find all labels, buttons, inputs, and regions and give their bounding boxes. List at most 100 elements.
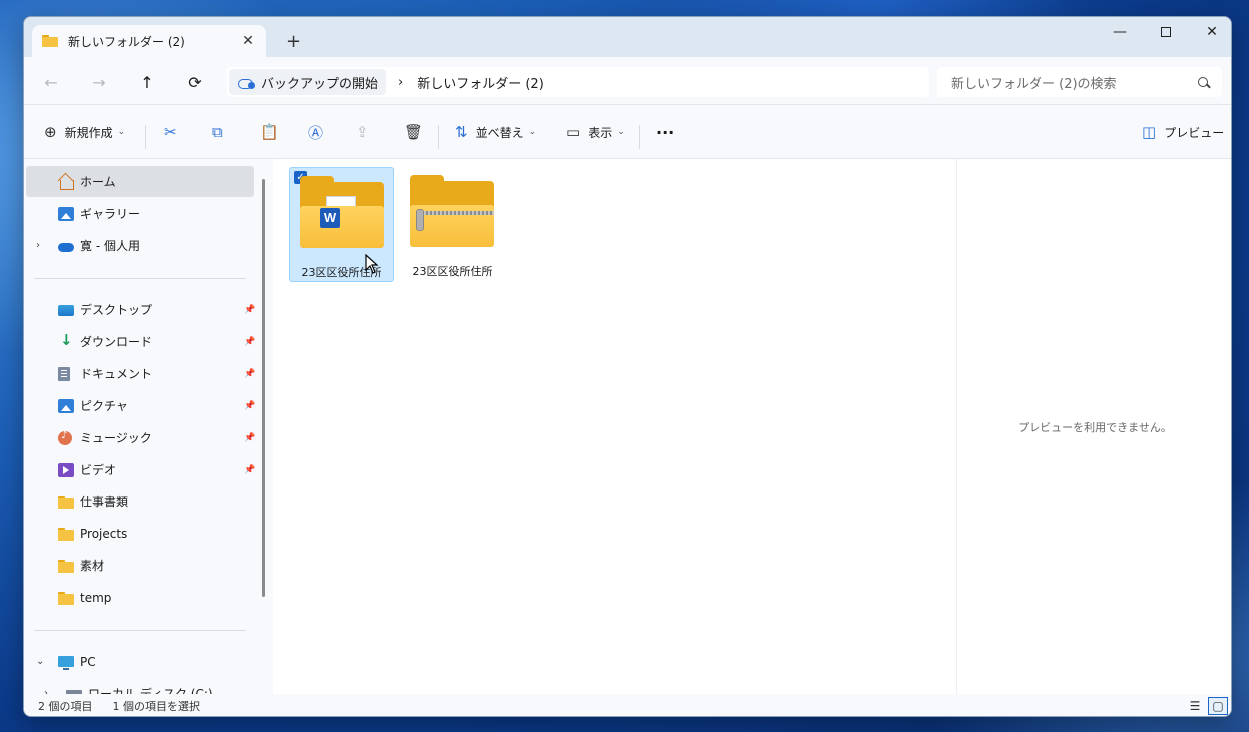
nav-item-desktop[interactable]: デスクトップ 📌 [26,294,255,325]
nav-item-gallery[interactable]: ギャラリー [26,198,254,229]
new-tab-button[interactable]: + [286,31,301,52]
download-icon [58,331,74,349]
nav-item-folder[interactable]: 仕事書類 [26,486,254,517]
pin-icon[interactable]: 📌 [244,369,255,379]
nav-scrollbar[interactable] [262,179,265,597]
rename-button[interactable]: Ⓐ [308,117,331,147]
view-button[interactable]: ▭ 表示 ⌄ [566,117,625,147]
breadcrumb-current-folder[interactable]: 新しいフォルダー (2) [417,73,544,92]
file-explorer-window: 新しいフォルダー (2) ✕ + — ✕ ← → ↑ ⟳ バックアップの開始 ›… [23,16,1232,717]
sort-button-label: 並べ替え [475,125,524,140]
paste-button[interactable]: 📋 [260,117,287,147]
nav-item-label: 寛 - 個人用 [80,239,140,253]
chevron-down-icon[interactable]: ⌄ [36,656,44,667]
trash-icon: 🗑 [404,123,424,141]
sort-button[interactable]: ⇅ 並べ替え ⌄ [455,117,536,147]
zip-folder-icon [410,175,494,247]
desktop-icon [58,304,74,316]
toolbar-divider [639,125,640,149]
breadcrumb-separator-icon[interactable]: › [398,75,403,90]
nav-item-pictures[interactable]: ピクチャ 📌 [26,390,255,421]
nav-item-videos[interactable]: ビデオ 📌 [26,454,255,485]
cut-button[interactable]: ✂ [164,117,185,147]
nav-item-label: デスクトップ [80,303,153,317]
more-options-button[interactable]: ··· [656,117,674,147]
nav-item-downloads[interactable]: ダウンロード 📌 [26,326,255,357]
nav-item-local-disk[interactable]: › ローカル ディスク (C:) [26,678,254,694]
title-bar: 新しいフォルダー (2) ✕ + — ✕ [24,17,1231,57]
back-button[interactable]: ← [38,69,64,95]
minimize-button[interactable]: — [1097,17,1143,47]
file-list-view[interactable]: ✓ W 23区区役所住所 23区区役所住所 [273,159,956,694]
pin-icon[interactable]: 📌 [244,337,255,347]
delete-button[interactable]: 🗑 [404,117,431,147]
new-button-label: 新規作成 [64,125,113,140]
pin-icon[interactable]: 📌 [244,401,255,411]
breadcrumb-backup[interactable]: バックアップの開始 [229,69,387,95]
nav-item-folder[interactable]: temp [26,582,254,613]
pin-icon[interactable]: 📌 [244,433,255,443]
folder-icon [58,559,74,573]
selection-count: 1 個の項目を選択 [112,700,201,713]
folder-icon [58,495,74,509]
nav-item-folder[interactable]: Projects [26,518,254,549]
up-button[interactable]: ↑ [134,69,160,95]
search-input[interactable]: 新しいフォルダー (2)の検索 [951,73,1198,92]
tab-current-folder[interactable]: 新しいフォルダー (2) ✕ [32,25,266,57]
maximize-button[interactable] [1143,17,1189,47]
video-icon [58,462,74,477]
nav-item-music[interactable]: ミュージック 📌 [26,422,255,453]
navigation-pane: ホーム ギャラリー › 寛 - 個人用 デスクトップ 📌 ダウンロード 📌 ドキ… [24,159,273,694]
command-bar: ⊕ 新規作成 ⌄ ✂ ⧉ 📋 Ⓐ ⇪ 🗑 ⇅ 並べ替え ⌄ ▭ 表示 ⌄ ···… [24,105,1231,159]
share-button[interactable]: ⇪ [356,117,377,147]
onedrive-icon [58,239,74,253]
details-view-button[interactable]: ☰ [1185,697,1205,715]
close-window-button[interactable]: ✕ [1189,17,1231,47]
search-icon [1198,77,1208,87]
preview-button-label: プレビュー [1164,125,1225,140]
cloud-backup-icon [237,76,255,89]
new-button[interactable]: ⊕ 新規作成 ⌄ [44,117,125,147]
pin-icon[interactable]: 📌 [244,465,255,475]
nav-item-onedrive[interactable]: › 寛 - 個人用 [26,230,254,261]
item-count: 2 個の項目 [38,700,93,713]
search-box[interactable]: 新しいフォルダー (2)の検索 [937,67,1222,97]
pin-icon[interactable]: 📌 [244,305,255,315]
chevron-down-icon: ⌄ [117,127,126,137]
pc-icon [58,656,74,670]
preview-pane-button[interactable]: ◫ プレビュー [1142,117,1224,147]
plus-circle-icon: ⊕ [44,123,57,141]
clipboard-icon: 📋 [260,123,279,141]
breadcrumb-backup-label: バックアップの開始 [261,76,379,92]
nav-item-label: temp [80,590,112,605]
share-icon: ⇪ [356,123,369,141]
nav-item-label: ギャラリー [80,207,141,221]
copy-button[interactable]: ⧉ [212,117,231,147]
music-icon [58,430,72,445]
nav-item-label: Projects [80,526,128,541]
preview-pane: プレビューを利用できません。 [956,159,1231,694]
forward-button[interactable]: → [86,69,112,95]
mouse-cursor-icon [365,254,379,274]
nav-item-pc[interactable]: ⌄ PC [26,646,254,677]
refresh-button[interactable]: ⟳ [182,69,208,95]
nav-item-label: ダウンロード [80,335,153,349]
home-icon [58,175,74,190]
address-bar[interactable]: バックアップの開始 › 新しいフォルダー (2) [227,67,929,97]
folder-icon [58,591,74,605]
nav-item-label: 仕事書類 [80,495,129,509]
scissors-icon: ✂ [164,123,177,141]
tab-close-icon[interactable]: ✕ [240,33,256,49]
chevron-right-icon[interactable]: › [36,240,40,251]
file-item[interactable]: 23区区役所住所 [400,167,505,282]
pictures-icon [58,398,74,413]
nav-item-documents[interactable]: ドキュメント 📌 [26,358,255,389]
tiles-view-button[interactable]: ▢ [1208,697,1228,715]
folder-icon [58,527,74,541]
nav-item-label: ホーム [80,175,116,189]
rename-icon: Ⓐ [308,123,324,142]
nav-item-folder[interactable]: 素材 [26,550,254,581]
address-toolbar: ← → ↑ ⟳ バックアップの開始 › 新しいフォルダー (2) 新しいフォルダ… [24,57,1231,105]
nav-item-home[interactable]: ホーム [26,166,254,197]
toolbar-divider [145,125,146,149]
